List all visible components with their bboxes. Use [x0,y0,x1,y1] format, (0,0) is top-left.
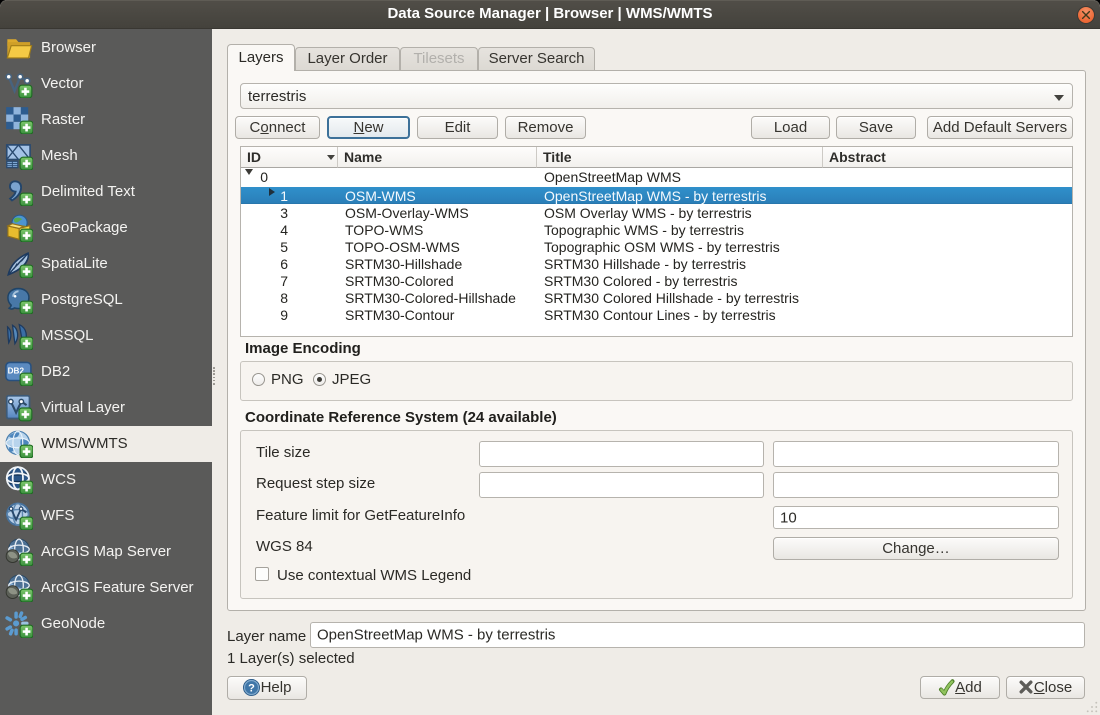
svg-text:?: ? [248,683,255,695]
